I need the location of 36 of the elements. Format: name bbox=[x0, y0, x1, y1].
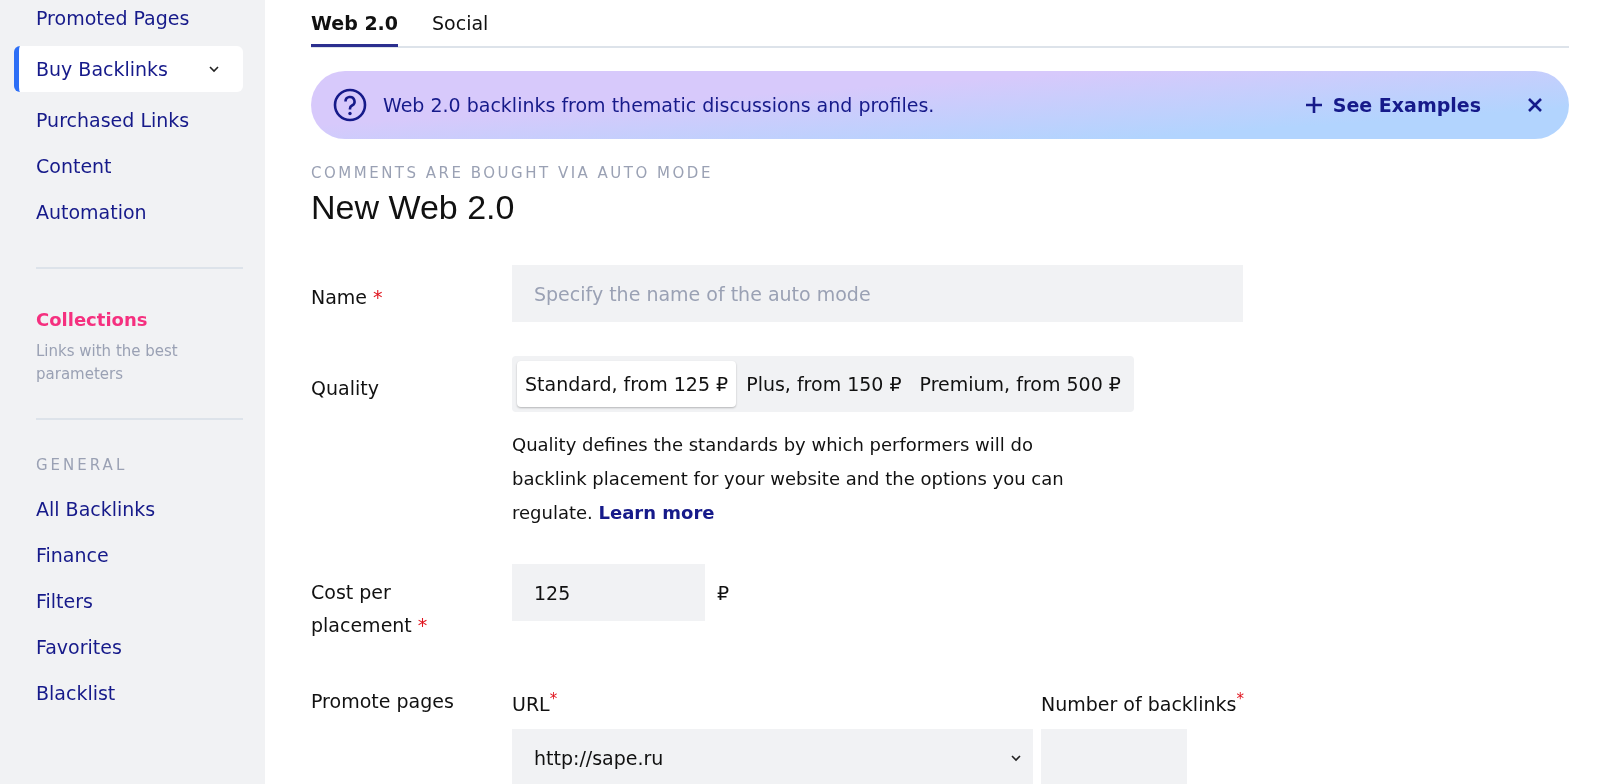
learn-more-link[interactable]: Learn more bbox=[598, 502, 715, 523]
field-label: Number of backlinks$^{*}$ bbox=[1041, 690, 1244, 716]
sidebar-item[interactable]: Blacklist bbox=[14, 670, 243, 716]
quality-option[interactable]: Standard, from 125 ₽ bbox=[517, 361, 737, 407]
overline-text: COMMENTS ARE BOUGHT VIA AUTO MODE bbox=[311, 164, 714, 182]
section-heading: GENERAL bbox=[35, 456, 129, 474]
see-examples-link[interactable]: See Examples bbox=[1304, 94, 1481, 116]
close-icon[interactable] bbox=[1527, 97, 1543, 113]
sidebar-item[interactable]: Purchased Links bbox=[14, 97, 243, 143]
sidebar-item[interactable]: Content bbox=[14, 143, 243, 189]
page-title: New Web 2.0 bbox=[311, 188, 516, 227]
name-input[interactable]: Specify the name of the auto mode bbox=[512, 265, 1243, 322]
plus-icon bbox=[1304, 96, 1323, 114]
tab[interactable]: Social bbox=[432, 1, 489, 47]
cost-input[interactable]: 125 bbox=[512, 564, 705, 621]
sidebar-item[interactable]: Finance bbox=[14, 532, 243, 578]
quality-option[interactable]: Plus, from 150 ₽ bbox=[738, 361, 910, 407]
help-icon bbox=[333, 88, 367, 122]
field-label: Promote pages bbox=[311, 690, 455, 712]
sidebar-item[interactable]: Buy Backlinks bbox=[14, 46, 243, 92]
url-select[interactable]: http://sape.ru bbox=[512, 729, 1033, 784]
field-label: Name * bbox=[311, 285, 384, 310]
sidebar-item[interactable]: All Backlinks bbox=[14, 486, 243, 532]
banner-text: Web 2.0 backlinks from thematic discussions and profiles. bbox=[383, 94, 936, 116]
quality-option[interactable]: Premium, from 500 ₽ bbox=[911, 361, 1129, 407]
quality-description: Quality defines the standards by which performers will do backlink placement for your website and the options you can regulate. Learn more bbox=[512, 433, 1065, 525]
field-label: URL$^{*}$ bbox=[512, 690, 558, 716]
field-label: Cost per placement * bbox=[311, 580, 429, 638]
tab[interactable]: Web 2.0 bbox=[311, 1, 399, 47]
sidebar-item[interactable]: Promoted Pages bbox=[14, 0, 243, 41]
currency-sign: ₽ bbox=[717, 581, 730, 604]
sidebar-item[interactable]: Favorites bbox=[14, 624, 243, 670]
collections-subtitle: Links with the best parameters bbox=[35, 341, 179, 385]
sidebar-item[interactable]: Automation bbox=[14, 189, 243, 235]
sidebar-item[interactable]: Filters bbox=[14, 578, 243, 624]
field-label: Quality bbox=[311, 376, 380, 401]
